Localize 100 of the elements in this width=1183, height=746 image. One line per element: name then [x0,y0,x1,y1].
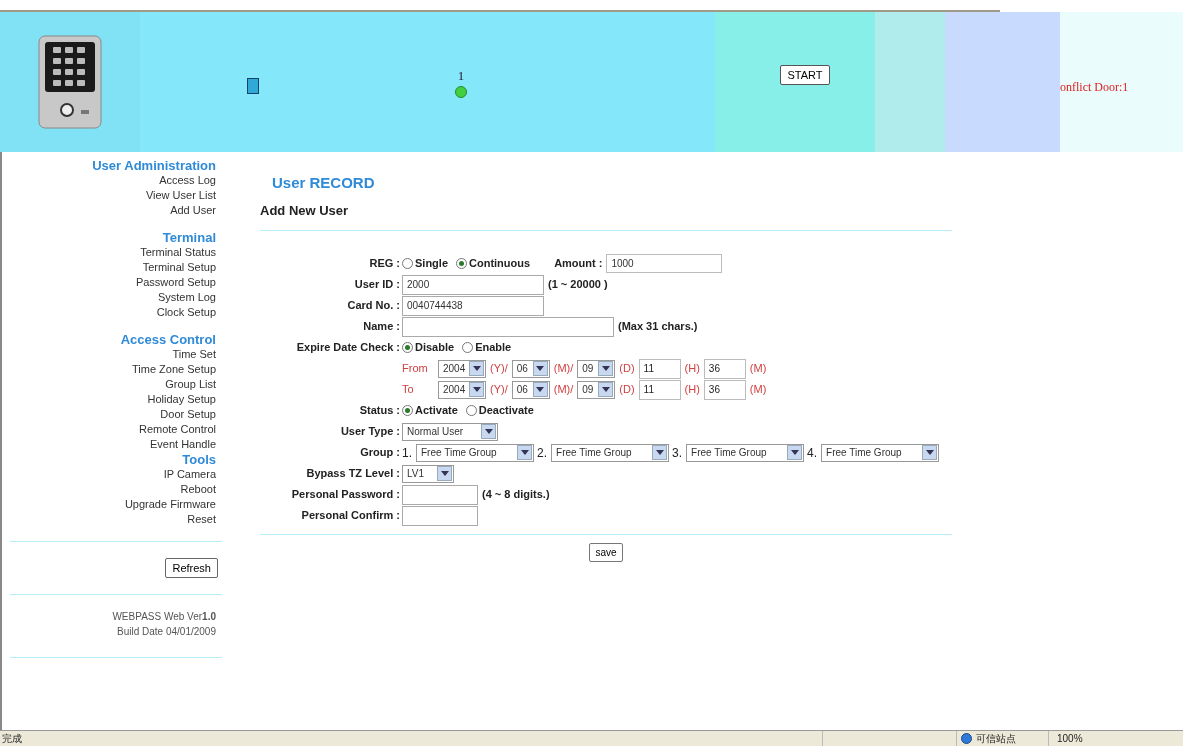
field-label: Personal Confirm : [301,508,400,524]
date-unit: (D) [618,361,636,377]
sidebar-link[interactable]: Remote Control [138,422,216,437]
date-unit: (Y)/ [489,361,509,377]
text-field[interactable] [402,316,614,337]
status-text: 完成 [2,732,23,746]
field-label: Card No. : [347,298,400,314]
date-unit: (Y)/ [489,382,509,398]
date-prefix: To [402,382,415,398]
field-label: User ID : [354,277,400,293]
door-icon [247,78,259,94]
sidebar-section-title: Terminal [162,230,216,245]
start-button[interactable]: START [780,65,830,85]
date-prefix: From [402,361,429,377]
keypad-device-icon [37,34,103,130]
dropdown-select[interactable]: 2004 [438,380,486,399]
field-label: Personal Password : [291,487,400,503]
sidebar-section-title: User Administration [92,158,216,173]
field-label: Group : [360,445,400,461]
time-field[interactable]: 11 [638,358,681,379]
zoom-level[interactable]: 100% [1048,731,1083,746]
radio-label: Disable [415,340,455,356]
dropdown-select[interactable]: Free Time Group [416,443,534,462]
date-unit: (H) [683,382,701,398]
sidebar-link[interactable]: Holiday Setup [147,392,216,407]
sidebar-link[interactable]: Terminal Status [140,245,216,260]
dropdown-select[interactable]: 09 [577,380,616,399]
security-zone-text: 可信站点 [976,732,1016,746]
field-label: Expire Date Check : [296,340,400,356]
group-number: 1. [402,444,412,462]
text-field[interactable] [402,484,478,505]
globe-icon [961,733,972,744]
radio-button[interactable] [402,405,413,416]
text-field[interactable]: 2000 [402,274,544,295]
time-field[interactable]: 36 [703,379,746,400]
group-number: 4. [807,444,818,462]
dropdown-select[interactable]: Free Time Group [551,443,670,462]
time-field[interactable]: 11 [638,379,681,400]
radio-button[interactable] [402,342,413,353]
field-label: Amount : [554,256,603,272]
sidebar-link[interactable]: Clock Setup [156,305,216,320]
radio-label: Continuous [469,256,531,272]
radio-label: Activate [415,403,458,419]
sidebar-link[interactable]: Event Handle [149,437,216,452]
radio-button[interactable] [402,258,413,269]
sidebar-link[interactable]: Reset [187,512,216,527]
sidebar-link[interactable]: Reboot [180,482,216,497]
sidebar-link[interactable]: Time Zone Setup [132,362,216,377]
amount-field[interactable]: 1000 [606,254,723,273]
door-number: 1 [457,67,465,86]
radio-button[interactable] [456,258,467,269]
radio-button[interactable] [465,405,477,416]
date-unit: (M) [748,361,768,377]
dropdown-select[interactable]: 2004 [438,359,486,378]
sidebar-section-title: Access Control [120,332,216,347]
sidebar-link[interactable]: Add User [170,203,216,218]
field-label: User Type : [340,424,400,440]
build-date-text: Build Date 04/01/2009 [117,625,217,639]
text-field[interactable]: 0040744438 [402,295,544,316]
sidebar-link[interactable]: View User List [145,188,216,203]
dropdown-select[interactable]: Free Time Group [821,443,940,462]
sidebar-link[interactable]: IP Camera [163,467,216,482]
group-number: 3. [672,444,683,462]
field-label: Name : [363,319,400,335]
date-unit: (D) [618,382,636,398]
field-label: REG : [369,256,400,272]
save-button[interactable]: save [589,543,623,562]
version-text: WEBPASS Web Ver1.0 [112,610,217,624]
sidebar-link[interactable]: System Log [157,290,216,305]
radio-button[interactable] [462,342,474,353]
sidebar-link[interactable]: Door Setup [160,407,216,422]
dropdown-select[interactable]: 06 [511,380,550,399]
refresh-button[interactable]: Refresh [165,558,218,578]
group-number: 2. [537,444,548,462]
conflict-door-text: onflict Door:1 [1060,79,1129,96]
field-label: Status : [359,403,400,419]
sidebar-section-title: Tools [182,452,216,467]
sidebar-link[interactable]: Access Log [159,173,216,188]
field-hint: (4 ~ 8 digits.) [482,487,550,503]
dropdown-select[interactable]: 09 [577,359,616,378]
date-unit: (H) [683,361,701,377]
field-label: Bypass TZ Level : [306,466,400,482]
text-field[interactable] [402,505,478,526]
dropdown-select[interactable]: LV1 [402,464,454,483]
field-hint: (Max 31 chars.) [618,319,698,335]
sidebar-link[interactable]: Upgrade Firmware [124,497,216,512]
radio-label: Single [415,256,448,272]
date-unit: (M)/ [552,361,575,377]
radio-label: Deactivate [478,403,534,419]
dropdown-select[interactable]: Free Time Group [686,443,805,462]
dropdown-select[interactable]: 06 [511,359,550,378]
sidebar-link[interactable]: Terminal Setup [142,260,216,275]
radio-label: Enable [475,340,512,356]
page-subtitle: Add New User [260,201,350,220]
time-field[interactable]: 36 [703,358,746,379]
sidebar-link[interactable]: Password Setup [135,275,216,290]
dropdown-select[interactable]: Normal User [402,422,498,441]
sidebar-link[interactable]: Group List [165,377,216,392]
sidebar-link[interactable]: Time Set [172,347,216,362]
field-hint: (1 ~ 20000 ) [548,277,608,293]
